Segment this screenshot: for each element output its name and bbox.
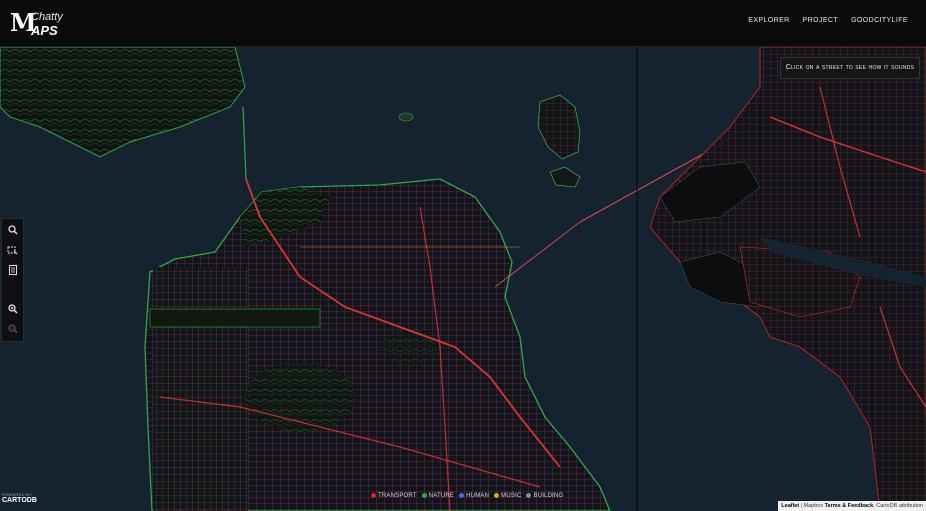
select-area-icon[interactable] [2, 240, 23, 260]
legend-item-nature[interactable]: NATURE [421, 492, 455, 499]
golden-gate-park [149, 308, 321, 328]
legend-item-building[interactable]: BUILDING [526, 493, 563, 499]
cartodb-attribution-link[interactable]: CartoDB attribution [876, 503, 923, 509]
legend-dot [494, 493, 500, 498]
powered-by-cartodb[interactable]: POWERED BY CARTODB [2, 492, 37, 504]
leaflet-link[interactable]: Leaflet [781, 503, 799, 509]
logo-chatty: Chatty [31, 11, 63, 23]
map-svg[interactable] [0, 47, 926, 511]
zoom-in-icon[interactable] [2, 299, 23, 319]
legend-item-human[interactable]: HUMAN [459, 493, 489, 499]
legend-dot [459, 493, 465, 498]
legend-label: BUILDING [533, 492, 564, 499]
cartodb-logo: CARTODB [2, 497, 37, 504]
chatty-maps-logo[interactable]: M Chatty APS [10, 8, 80, 38]
east-bay-south [890, 417, 926, 511]
terms-feedback-link[interactable]: Terms & Feedback [825, 503, 874, 509]
alcatraz-island [398, 112, 414, 122]
bookmark-icon[interactable] [2, 260, 23, 280]
hills [382, 329, 438, 365]
map-attribution: Leaflet | Mapbox Terms & Feedback, Carto… [778, 501, 926, 511]
zoom-out-icon[interactable] [2, 319, 23, 339]
sunset-district [153, 267, 248, 511]
legend-dot [526, 493, 532, 498]
nav-project[interactable]: PROJECT [803, 17, 838, 24]
legend-label: NATURE [428, 492, 455, 499]
legend-label: HUMAN [466, 492, 490, 499]
mapbox-link[interactable]: Mapbox [804, 503, 824, 509]
legend-item-music[interactable]: MUSIC [494, 493, 521, 499]
logo-aps: APS [31, 23, 58, 38]
legend-dot [371, 493, 376, 498]
legend-dot [421, 493, 427, 498]
nav-goodcitylife[interactable]: GOODCITYLIFE [851, 17, 908, 24]
map-toolbar [1, 218, 24, 342]
attribution-separator: | [800, 503, 802, 509]
attribution-comma: , [873, 503, 875, 509]
map-canvas[interactable] [0, 47, 926, 511]
legend-label: TRANSPORT [378, 492, 417, 499]
search-icon[interactable] [2, 220, 23, 240]
nav-explorer[interactable]: EXPLORER [748, 17, 789, 24]
main-nav: EXPLORER PROJECT GOODCITYLIFE [748, 17, 908, 24]
top-bar: M Chatty APS EXPLORER PROJECT GOODCITYLI… [0, 0, 926, 47]
legend-item-transport[interactable]: TRANSPORT [371, 493, 417, 499]
sound-legend: TRANSPORT NATURE HUMAN MUSIC BUILDING [371, 490, 563, 501]
click-street-hint: Click on a street to see how it sounds [780, 57, 920, 79]
legend-label: MUSIC [501, 492, 522, 499]
